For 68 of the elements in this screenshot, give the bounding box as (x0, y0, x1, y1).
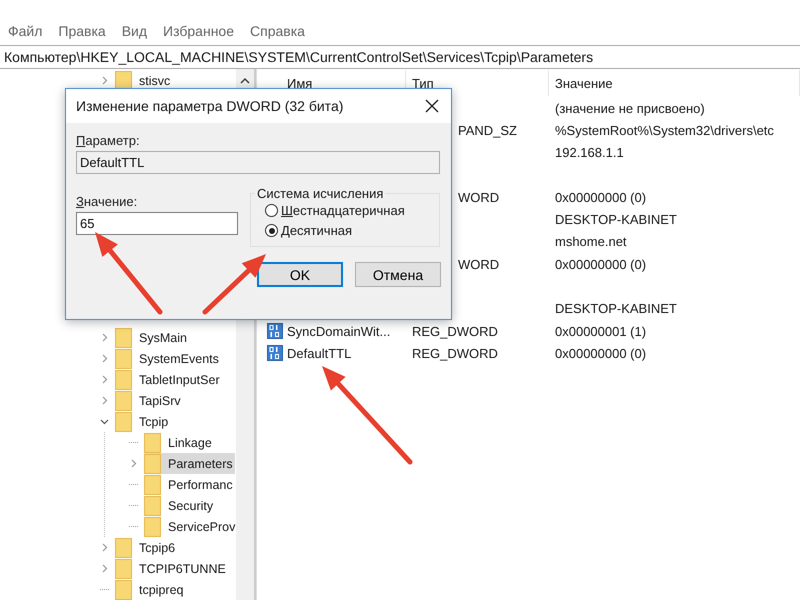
tree-item[interactable]: SystemEvents (115, 348, 221, 369)
value-name[interactable]: DefaultTTL (287, 346, 352, 361)
tree-item[interactable]: Security (144, 495, 216, 516)
tree-item[interactable]: Tcpip6 (115, 537, 178, 558)
value-type: WORD (458, 256, 500, 272)
value-type: REG_DWORD (412, 324, 498, 339)
folder-icon (144, 474, 161, 494)
group-title: Система исчисления (256, 186, 384, 201)
folder-icon (115, 538, 132, 558)
column-header[interactable]: Значение (549, 70, 800, 96)
value-field[interactable]: 65 (76, 212, 238, 235)
tree-item[interactable]: Performanc (144, 474, 235, 495)
tree-item[interactable]: SysMain (115, 327, 189, 348)
value-data: %SystemRoot%\System32\drivers\etc (555, 122, 774, 138)
menu-item[interactable]: Правка (58, 23, 106, 39)
value-name[interactable]: SyncDomainWit... (287, 324, 390, 339)
folder-icon (115, 580, 132, 600)
dialog-button[interactable]: Отмена (355, 262, 441, 287)
folder-icon (144, 432, 161, 452)
radio-option[interactable]: Шестнадцатеричная (265, 203, 431, 218)
value-data: DESKTOP-KABINET (555, 212, 677, 228)
value-data: mshome.net (555, 234, 627, 250)
value-type: WORD (458, 190, 500, 205)
field-label: Параметр: (76, 133, 141, 148)
folder-icon (144, 516, 161, 536)
tree-item[interactable]: Parameters (144, 453, 235, 474)
folder-icon (115, 328, 132, 348)
menu-item[interactable]: Справка (250, 23, 305, 39)
tree-item[interactable]: TCPIP6TUNNE (115, 558, 228, 579)
tree-item[interactable]: ServiceProv (144, 516, 236, 537)
radio-button[interactable] (265, 224, 278, 237)
tree-item[interactable]: TapiSrv (115, 390, 183, 411)
folder-icon (115, 558, 132, 578)
value-data: 0x00000000 (0) (555, 346, 646, 361)
tree-item[interactable]: tcpipreq (115, 579, 186, 600)
close-icon[interactable] (425, 99, 439, 113)
radio-button[interactable] (265, 204, 278, 217)
value-data: 0x00000000 (0) (555, 190, 646, 205)
folder-icon (115, 390, 132, 410)
folder-icon (144, 496, 161, 516)
annotation-arrow (202, 254, 266, 314)
value-type: REG_DWORD (412, 346, 498, 361)
chevron-icon[interactable] (100, 417, 109, 426)
value-data: (значение не присвоено) (555, 100, 705, 116)
tree-item[interactable]: TabletInputSer (115, 369, 222, 390)
tree-item[interactable]: Tcpip (115, 411, 170, 432)
binary-value-icon (267, 345, 283, 362)
binary-value-icon (267, 323, 283, 340)
radio-option[interactable]: Десятичная (265, 223, 431, 238)
folder-icon (115, 370, 132, 390)
value-data: DESKTOP-KABINET (555, 301, 677, 316)
field-label: Значение: (76, 194, 138, 209)
value-type: PAND_SZ (458, 122, 517, 138)
value-data: 192.168.1.1 (555, 145, 624, 160)
menu-item[interactable]: Избранное (163, 23, 234, 39)
folder-icon (115, 348, 132, 368)
tree-item[interactable]: Linkage (144, 432, 214, 453)
dialog-button[interactable]: OK (257, 262, 343, 287)
value-data: 0x00000000 (0) (555, 256, 646, 272)
scroll-up-icon[interactable] (240, 77, 250, 84)
menu-item[interactable]: Файл (8, 23, 42, 39)
folder-icon (115, 70, 132, 90)
address-bar[interactable]: Компьютер\HKEY_LOCAL_MACHINE\SYSTEM\CurrentControlSet\Services\Tcpip\Parameters (0, 45, 800, 69)
folder-icon (115, 412, 132, 432)
value-data: 0x00000001 (1) (555, 324, 646, 339)
dialog-title: Изменение параметра DWORD (32 бита) (76, 98, 344, 114)
folder-icon (144, 454, 161, 474)
menu-item[interactable]: Вид (122, 23, 148, 39)
